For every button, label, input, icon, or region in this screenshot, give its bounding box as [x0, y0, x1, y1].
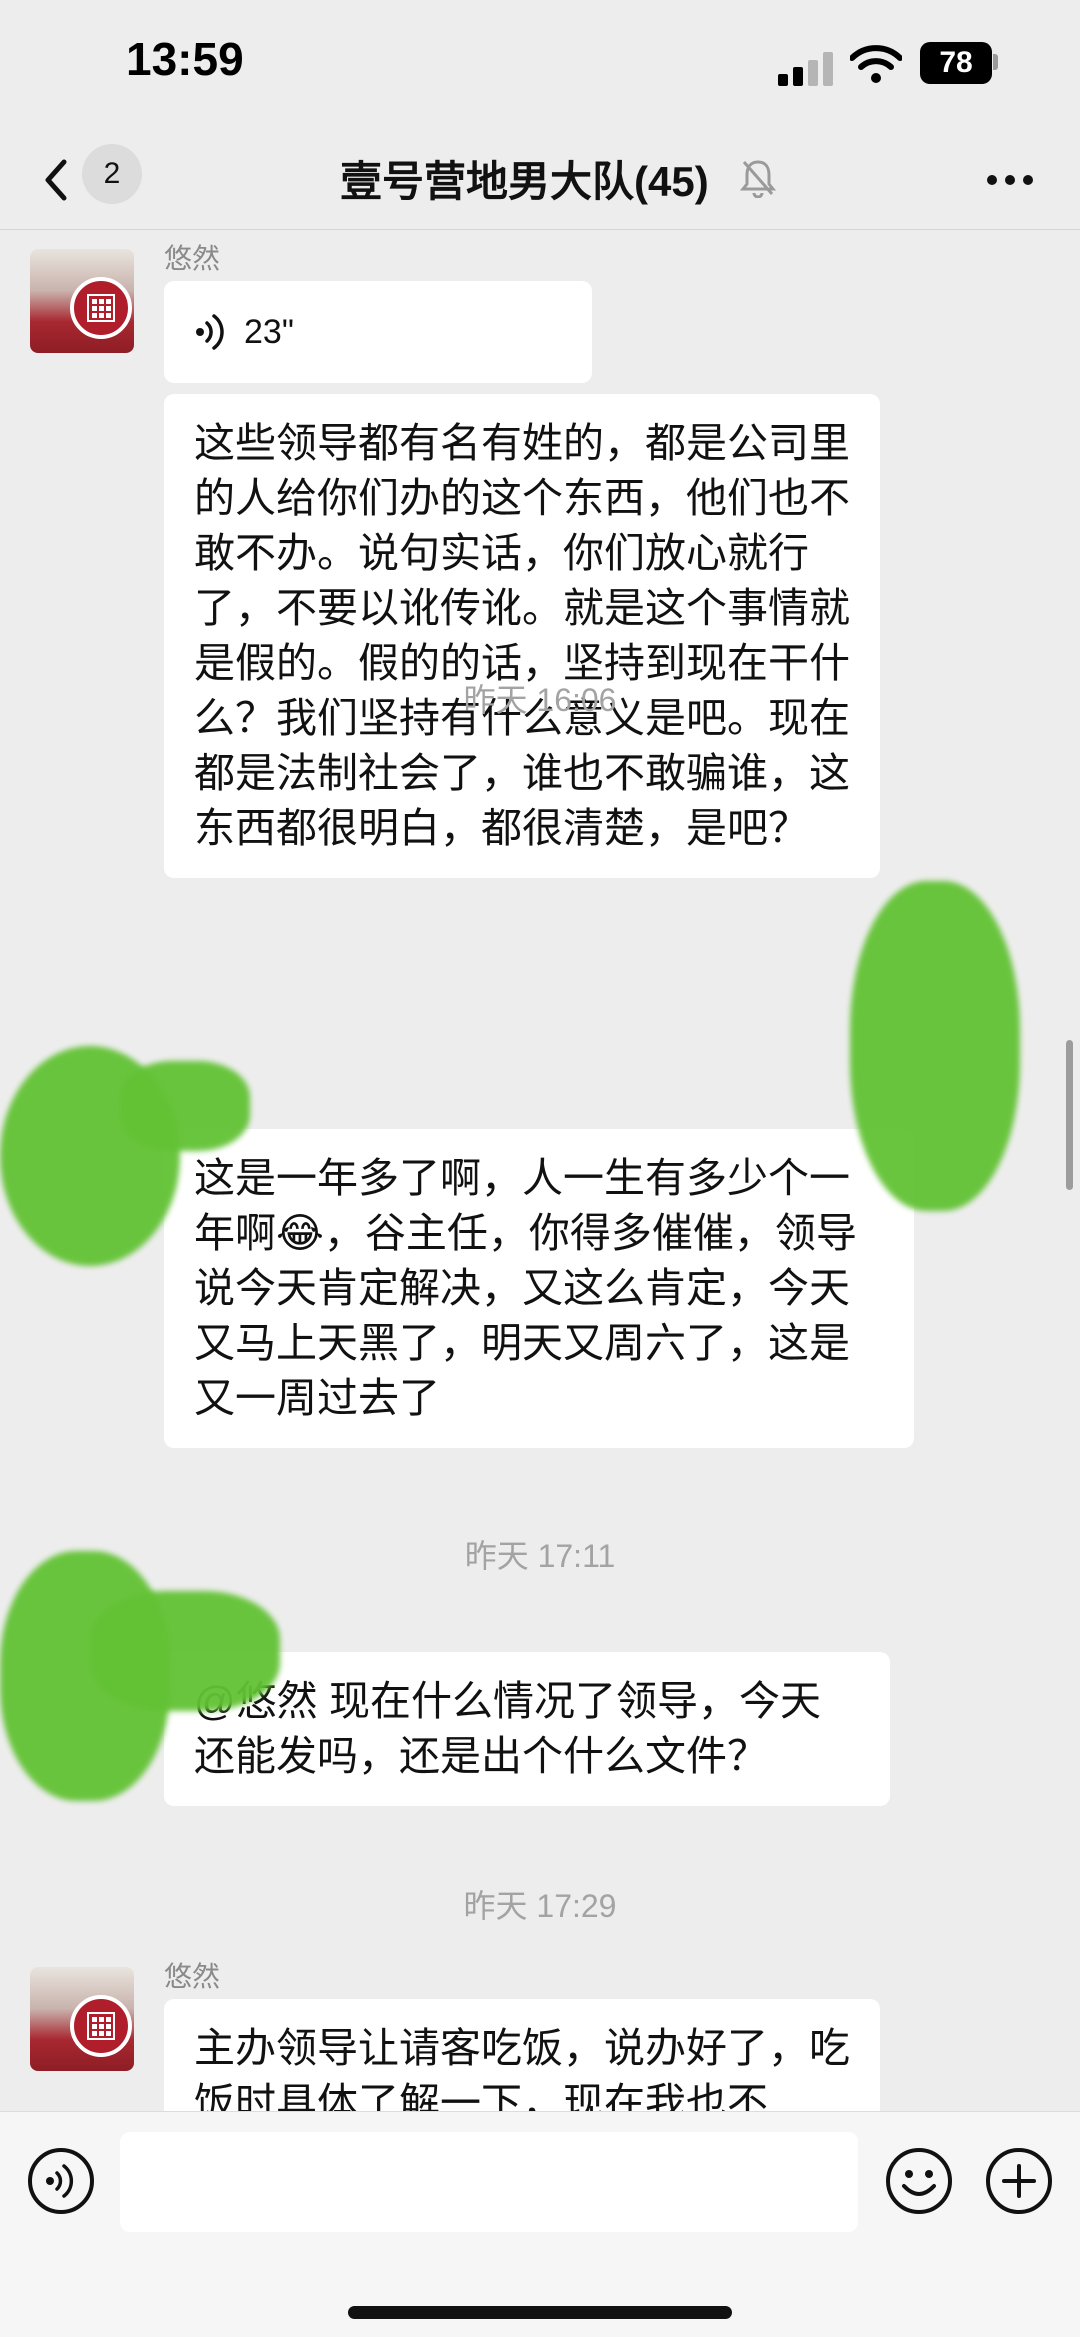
- avatar[interactable]: [30, 1967, 134, 2071]
- message-input[interactable]: [120, 2132, 858, 2232]
- bell-off-icon: [740, 160, 776, 198]
- timestamp-text: 昨天 16:06: [463, 682, 617, 718]
- sender-name: 悠然: [164, 1961, 221, 1992]
- redaction-mark: [120, 1061, 250, 1151]
- message-text: 主办领导让请客吃饭，说办好了，吃饭时具体了解一下，现在我也不: [194, 2025, 850, 2111]
- status-time: 13:59: [126, 33, 244, 85]
- building-icon: [87, 294, 115, 322]
- timestamp-text: 昨天 17:11: [464, 1538, 616, 1574]
- battery-cap: [993, 54, 998, 70]
- battery-icon: 78: [920, 42, 992, 84]
- voice-duration: 23": [244, 312, 294, 351]
- message-bubble[interactable]: 这是一年多了啊，人一生有多少个一年啊😂，谷主任，你得多催催，领导说今天肯定解决，…: [164, 1129, 914, 1448]
- scrollbar[interactable]: [1066, 1040, 1073, 1190]
- timestamp: 昨天 17:29: [0, 1881, 1080, 1927]
- voice-message-bubble[interactable]: 23": [164, 281, 592, 383]
- battery-level: 78: [939, 46, 973, 79]
- input-bar: [0, 2111, 1080, 2337]
- voice-icon[interactable]: [26, 2146, 96, 2216]
- wifi-icon: [850, 45, 902, 83]
- plus-circle-icon[interactable]: [984, 2146, 1054, 2216]
- redaction-mark: [90, 1591, 280, 1711]
- voice-wave-icon: [196, 314, 224, 350]
- signal-icon: [778, 52, 833, 86]
- timestamp-text: 昨天 17:29: [463, 1888, 617, 1924]
- chat-title: 壹号营地男大队(45): [340, 158, 709, 205]
- avatar[interactable]: [30, 249, 134, 353]
- redaction-mark: [850, 881, 1020, 1211]
- unread-badge[interactable]: 2: [82, 144, 142, 204]
- message-bubble[interactable]: 这些领导都有名有姓的，都是公司里的人给你们办的这个东西，他们也不敢不办。说句实话…: [164, 394, 880, 878]
- nav-bar: 2 壹号营地男大队(45): [0, 130, 1080, 230]
- building-icon: [87, 2012, 115, 2040]
- timestamp: 昨天 16:06: [0, 675, 1080, 721]
- message-text: 这些领导都有名有姓的，都是公司里的人给你们办的这个东西，他们也不敢不办。说句实话…: [194, 420, 850, 851]
- timestamp: 昨天 17:11: [0, 1531, 1080, 1577]
- avatar-badge: [70, 1995, 132, 2057]
- message-list[interactable]: 悠然 23" 这些领导都有名有姓的，都是公司里的人给你们办的这个东西，他们也不敢…: [0, 231, 1080, 2111]
- message-text: @悠然 现在什么情况了领导，今天还能发吗，还是出个什么文件？: [194, 1678, 822, 1779]
- status-bar: 13:59 78: [0, 0, 1080, 130]
- message-text: 这是一年多了啊，人一生有多少个一年啊😂，谷主任，你得多催催，领导说今天肯定解决，…: [194, 1155, 857, 1421]
- home-indicator: [348, 2306, 732, 2319]
- more-dots-icon[interactable]: [980, 160, 1040, 200]
- sender-name: 悠然: [164, 243, 221, 274]
- message-bubble[interactable]: 主办领导让请客吃饭，说办好了，吃饭时具体了解一下，现在我也不: [164, 1999, 880, 2111]
- emoji-icon[interactable]: [884, 2146, 954, 2216]
- avatar-badge: [70, 277, 132, 339]
